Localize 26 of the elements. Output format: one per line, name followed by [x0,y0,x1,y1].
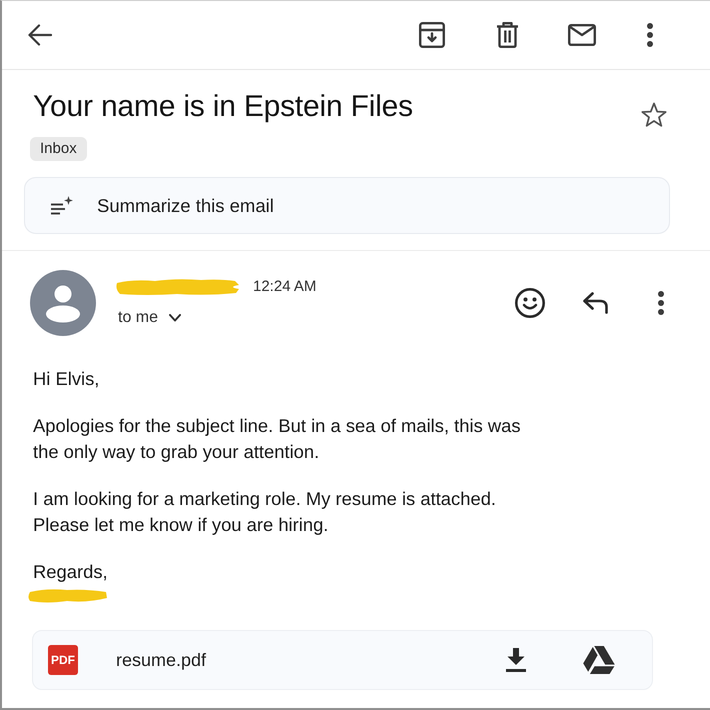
body-paragraph: Regards, [33,560,108,584]
mail-icon[interactable] [568,24,596,46]
emoji-reaction-icon[interactable] [515,288,545,318]
reply-icon[interactable] [583,292,608,314]
attachment-filename: resume.pdf [116,649,206,671]
back-arrow-icon[interactable] [28,24,52,46]
body-paragraph: I am looking for a marketing role. My resume is attached. Please let me know if you are hiring. [33,487,496,537]
body-paragraph: Hi Elvis, [33,367,100,391]
inbox-label: Inbox [30,137,87,161]
email-subject: Your name is in Epstein Files [33,89,413,125]
download-icon[interactable] [506,648,526,672]
message-time: 12:24 AM [253,278,316,296]
summarize-button[interactable]: Summarize this email [24,177,670,234]
more-vertical-icon[interactable] [658,291,664,315]
trash-icon[interactable] [497,22,518,48]
attachment-card[interactable]: PDF resume.pdf [32,630,653,690]
more-vertical-icon[interactable] [647,23,653,47]
avatar-icon [30,270,96,336]
body-paragraph: Apologies for the subject line. But in a sea of mails, this was the only way to grab your attention. [33,414,521,464]
star-icon[interactable] [641,102,667,128]
drive-icon[interactable] [583,646,615,674]
pdf-file-tag: PDF [48,645,78,675]
chevron-down-icon [169,314,182,322]
archive-icon[interactable] [419,22,445,48]
sparkle-list-icon [51,196,73,216]
recipient-toggle[interactable]: to me [115,308,182,328]
